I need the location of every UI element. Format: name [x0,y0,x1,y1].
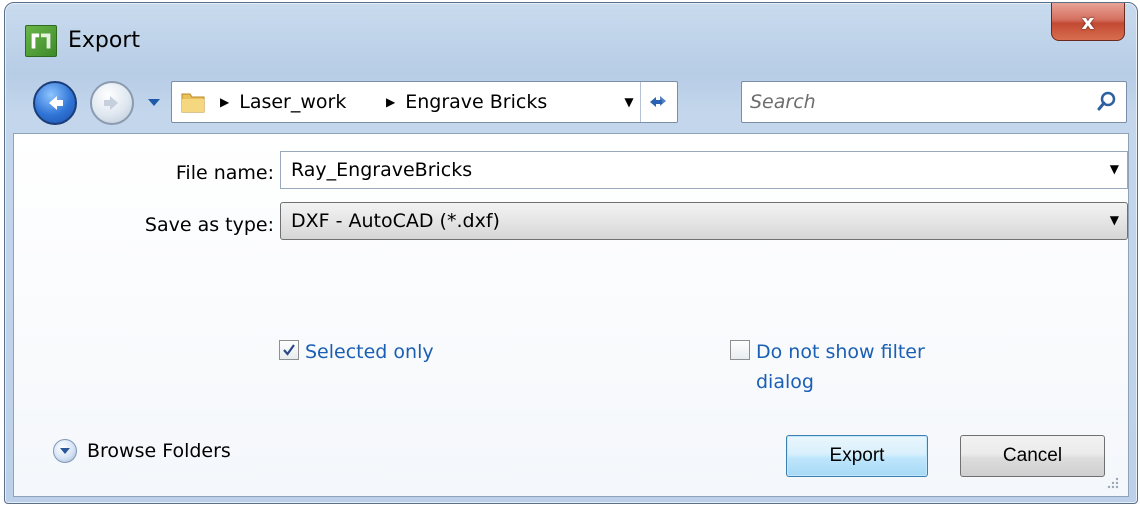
chevron-right-icon: ▶ [220,95,230,109]
forward-arrow-icon [104,96,118,110]
back-button[interactable] [33,81,77,125]
no-filter-dialog-label[interactable]: Do not show filter dialog [756,337,925,397]
address-bar[interactable]: ▶ Laser_work ▶ Engrave Bricks ▼ [171,81,678,123]
export-button[interactable]: Export [786,435,928,477]
resize-grip-icon[interactable] [1105,475,1119,489]
no-filter-dialog-checkbox[interactable] [730,340,750,360]
breadcrumb-label: Engrave Bricks [405,91,548,113]
selected-only-option[interactable]: Selected only [279,337,434,367]
export-dialog: Export x ▶ Laser_work ▶ Engrave Bricks ▼ [4,2,1138,504]
file-name-field[interactable]: Ray_EngraveBricks ▼ [280,151,1128,189]
save-type-label: Save as type: [144,214,274,236]
browse-folders-label: Browse Folders [87,440,231,462]
no-filter-dialog-label-line1: Do not show filter [756,341,925,363]
chevron-down-icon [148,99,160,106]
folder-icon [181,93,205,113]
save-type-select[interactable]: DXF - AutoCAD (*.dxf) ▼ [280,202,1128,240]
selected-only-label[interactable]: Selected only [305,337,434,367]
save-type-value: DXF - AutoCAD (*.dxf) [291,210,500,232]
cancel-button[interactable]: Cancel [960,435,1105,477]
search-box[interactable] [741,81,1127,123]
search-icon[interactable] [1096,90,1118,112]
expand-chevron-icon [53,439,77,463]
refresh-icon [650,96,666,107]
address-dropdown-button[interactable]: ▼ [619,91,639,113]
chevron-right-icon: ▶ [386,95,396,109]
chevron-down-icon[interactable]: ▼ [1110,162,1119,176]
refresh-button[interactable] [640,82,677,122]
checkmark-icon [283,344,295,356]
close-icon: x [1081,9,1095,34]
search-input[interactable] [750,88,1070,116]
breadcrumb-item[interactable]: ▶ Laser_work [220,91,346,113]
chevron-down-icon: ▼ [624,95,634,109]
window-title: Export [68,28,141,53]
file-name-label: File name: [175,162,274,184]
file-name-value: Ray_EngraveBricks [291,159,473,181]
back-arrow-icon [49,96,63,110]
forward-button[interactable] [90,81,134,125]
chevron-down-icon: ▼ [1109,213,1119,227]
browse-folders-toggle[interactable]: Browse Folders [53,439,231,463]
recent-pages-button[interactable] [146,96,162,110]
app-icon [25,25,57,57]
no-filter-dialog-option[interactable]: Do not show filter dialog [730,337,925,397]
breadcrumb-item[interactable]: ▶ Engrave Bricks [386,91,547,113]
close-button[interactable]: x [1051,3,1125,41]
selected-only-checkbox[interactable] [279,340,299,360]
title-bar[interactable]: Export x [5,3,1137,73]
breadcrumb-label: Laser_work [239,91,347,113]
no-filter-dialog-label-line2: dialog [756,371,814,393]
